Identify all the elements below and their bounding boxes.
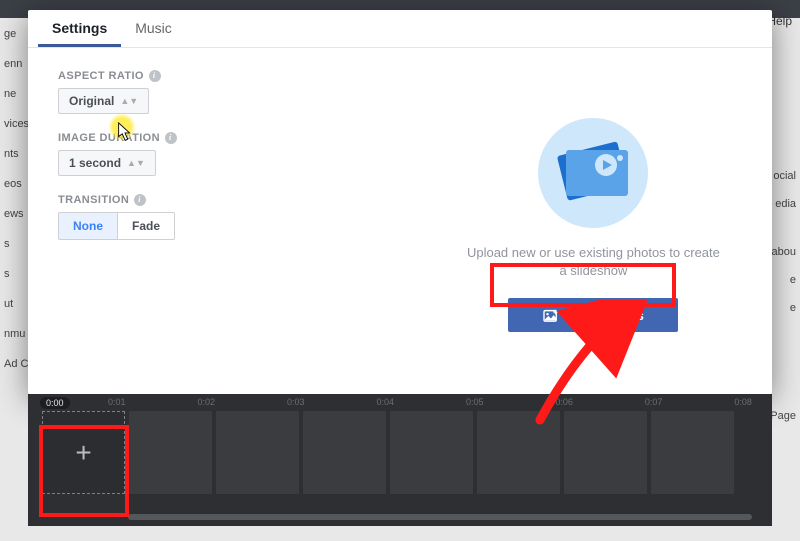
tab-settings[interactable]: Settings [38, 10, 121, 47]
info-icon[interactable] [165, 132, 177, 144]
timeline-frame-slot[interactable] [129, 411, 212, 494]
transition-field: TRANSITION None Fade [58, 194, 385, 240]
transition-group: None Fade [58, 212, 175, 240]
upload-panel: Upload new or use existing photos to cre… [415, 48, 772, 392]
bg-left-col: ge enn ne vices nts eos ews s s ut nmu A… [4, 28, 29, 370]
timeline-frame-slot[interactable] [303, 411, 386, 494]
info-icon[interactable] [134, 194, 146, 206]
timeline-frame-slot[interactable] [564, 411, 647, 494]
timeline-start-badge: 0:00 [40, 397, 70, 409]
timeline-tick: 0:02 [197, 397, 215, 407]
timeline-tick: 0:07 [645, 397, 663, 407]
timeline-frame-slot[interactable] [651, 411, 734, 494]
timeline-tick: 0:01 [108, 397, 126, 407]
image-duration-label: IMAGE DURATION [58, 132, 160, 144]
slideshow-modal: Settings Music ASPECT RATIO Original ▲▼ … [28, 10, 772, 394]
aspect-ratio-label: ASPECT RATIO [58, 70, 144, 82]
bg-right-col: ocial edia abou e e Page [770, 170, 796, 422]
timeline-scrollbar[interactable] [128, 514, 752, 520]
timeline-tick: 0:06 [555, 397, 573, 407]
caret-icon: ▲▼ [127, 159, 145, 168]
timeline-tick: 0:05 [466, 397, 484, 407]
add-photos-button[interactable]: Add Photos [508, 298, 678, 332]
add-frame-button[interactable]: + [42, 411, 125, 494]
slideshow-illustration-icon [528, 108, 658, 238]
aspect-ratio-field: ASPECT RATIO Original ▲▼ [58, 70, 385, 114]
aspect-ratio-select[interactable]: Original ▲▼ [58, 88, 149, 114]
modal-tabs: Settings Music [28, 10, 772, 48]
image-duration-field: IMAGE DURATION 1 second ▲▼ [58, 132, 385, 176]
timeline-ticks: 0:01 0:02 0:03 0:04 0:05 0:06 0:07 0:08 [88, 394, 772, 407]
timeline-panel: 0:00 0:01 0:02 0:03 0:04 0:05 0:06 0:07 … [28, 394, 772, 526]
transition-none-button[interactable]: None [59, 213, 117, 239]
timeline-frames: + [28, 411, 772, 494]
image-plus-icon [543, 308, 559, 322]
caret-icon: ▲▼ [120, 97, 138, 106]
aspect-ratio-value: Original [69, 94, 114, 108]
timeline-frame-slot[interactable] [390, 411, 473, 494]
image-duration-select[interactable]: 1 second ▲▼ [58, 150, 156, 176]
timeline-tick: 0:04 [376, 397, 394, 407]
add-photos-label: Add Photos [571, 308, 644, 323]
image-duration-value: 1 second [69, 156, 121, 170]
transition-fade-button[interactable]: Fade [117, 213, 174, 239]
settings-panel: ASPECT RATIO Original ▲▼ IMAGE DURATION … [28, 48, 415, 392]
info-icon[interactable] [149, 70, 161, 82]
tab-music[interactable]: Music [121, 10, 186, 47]
timeline-tick: 0:08 [734, 397, 752, 407]
plus-icon: + [75, 437, 91, 469]
timeline-frame-slot[interactable] [216, 411, 299, 494]
transition-label: TRANSITION [58, 194, 129, 206]
timeline-tick: 0:03 [287, 397, 305, 407]
upload-prompt-text: Upload new or use existing photos to cre… [463, 244, 723, 280]
timeline-frame-slot[interactable] [477, 411, 560, 494]
